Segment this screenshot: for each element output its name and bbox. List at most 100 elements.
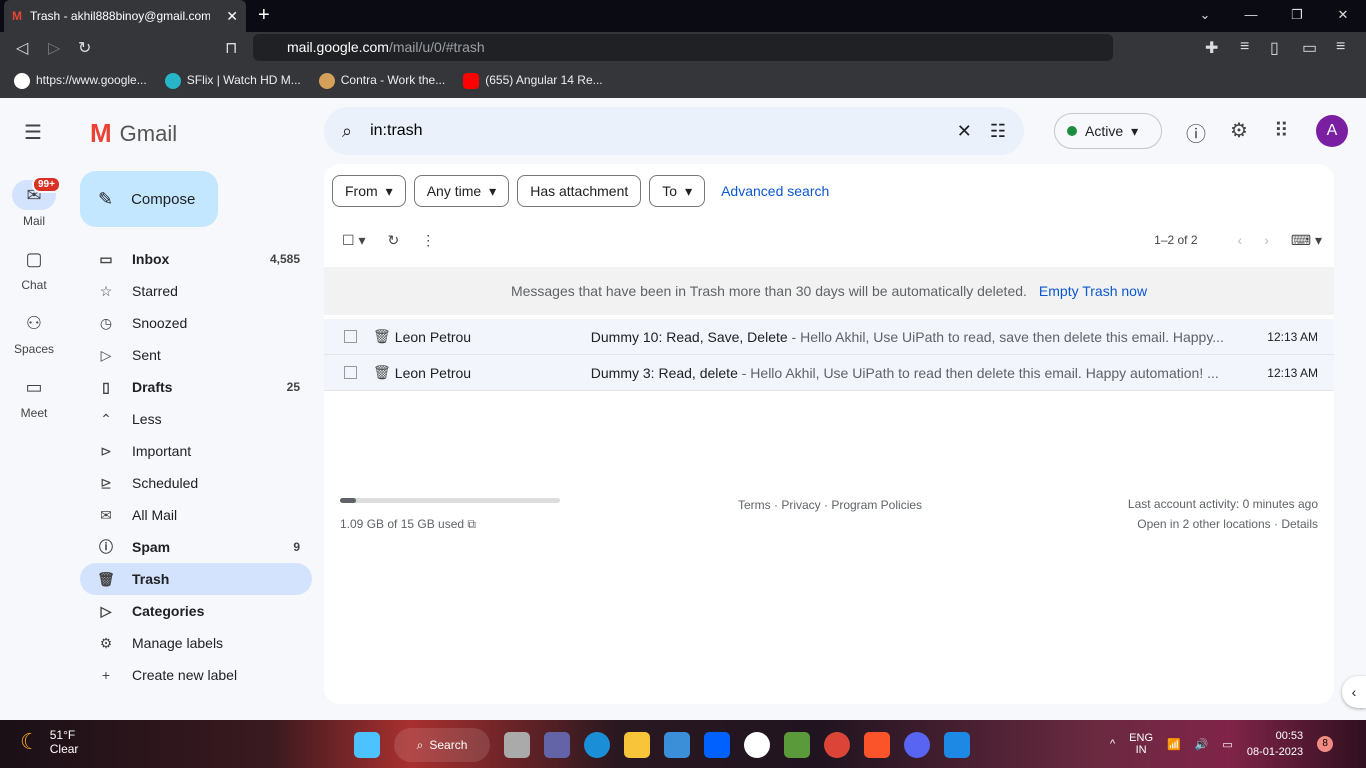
sidebar-item-categories[interactable]: ▷ Categories [80,595,312,627]
prev-page-icon[interactable]: ‹ [1238,232,1243,248]
gmail-m-icon: M [90,118,112,148]
next-page-icon[interactable]: › [1264,232,1269,248]
close-tab-icon[interactable]: ✕ [226,8,238,25]
sketchup-icon[interactable] [944,732,970,758]
rail-chat[interactable]: ▢ Chat [0,244,68,292]
time-filter[interactable]: Any time ▾ [413,175,510,207]
compose-button[interactable]: ✎ Compose [80,171,218,227]
apps-grid-icon[interactable]: ⠿ [1274,118,1289,143]
wallet-icon[interactable]: ▭ [1302,38,1317,58]
more-options-icon[interactable]: ⋮ [421,232,435,249]
attachment-filter[interactable]: Has attachment [517,175,642,207]
start-icon[interactable] [354,732,380,758]
bookmark-youtube[interactable]: (655) Angular 14 Re... [463,73,603,89]
clock[interactable]: 00:53 08-01-2023 [1247,728,1303,760]
playlist-icon[interactable]: ≡ [1240,38,1249,56]
sidebar-item-create-new-label[interactable]: + Create new label [80,659,312,691]
trash-icon: 🗑 [373,328,391,344]
battery-icon[interactable]: ▭ [1222,738,1232,751]
sidebar-item-manage-labels[interactable]: ⚙ Manage labels [80,627,312,659]
sidebar-item-all-mail[interactable]: ✉ All Mail [80,499,312,531]
browser-tab[interactable]: M Trash - akhil888binoy@gmail.com ✕ [4,0,246,32]
tab-bar: M Trash - akhil888binoy@gmail.com ✕ + ⌄ —… [0,0,1366,32]
sidebar-item-inbox[interactable]: ▭ Inbox 4,585 [80,243,312,275]
forward-icon[interactable]: ▷ [48,38,60,58]
discord-icon[interactable] [904,732,930,758]
url-host: mail.google.com [287,39,389,55]
dropbox-icon[interactable] [704,732,730,758]
account-activity: Last account activity: 0 minutes ago [1127,497,1318,511]
address-bar[interactable]: mail.google.com/mail/u/0/#trash [253,34,1113,61]
restore-button[interactable]: ❐ [1274,0,1320,30]
rail-mail[interactable]: ✉ 99+ Mail [0,176,68,228]
task-view-icon[interactable] [504,732,530,758]
back-icon[interactable]: ◁ [16,38,28,58]
file-explorer-icon[interactable] [624,732,650,758]
row-checkbox[interactable] [344,330,357,343]
search-input[interactable] [370,122,939,140]
search-options-icon[interactable]: ☷ [990,121,1006,142]
gmail-logo[interactable]: M Gmail [90,118,177,149]
status-dropdown[interactable]: Active ▾ [1054,113,1162,149]
avatar[interactable]: A [1316,115,1348,147]
empty-trash-link[interactable]: Empty Trash now [1039,283,1147,299]
chrome-icon[interactable] [824,732,850,758]
mail-app-icon[interactable] [664,732,690,758]
bookmark-contra[interactable]: Contra - Work the... [318,73,445,89]
notepad-icon[interactable] [784,732,810,758]
edge-icon[interactable] [584,732,610,758]
rail-spaces[interactable]: ⚇ Spaces [0,308,68,356]
help-icon[interactable]: ⓘ [1186,118,1206,147]
brave-icon[interactable] [864,732,890,758]
tab-search-icon[interactable]: ⌄ [1182,0,1228,30]
send-icon: ▷ [100,346,112,363]
close-window-button[interactable]: ✕ [1320,0,1366,30]
sidebar-icon[interactable]: ▯ [1270,38,1279,58]
row-checkbox[interactable] [344,366,357,379]
bookmark-google[interactable]: https://www.google... [14,73,147,89]
email-row[interactable]: 🗑 Leon Petrou Dummy 10: Read, Save, Delete… [324,319,1334,355]
sidebar-item-snoozed[interactable]: ◷ Snoozed [80,307,312,339]
refresh-icon[interactable]: ↻ [387,232,399,249]
from-filter[interactable]: From ▾ [332,175,406,207]
select-all-checkbox[interactable]: ☐ ▾ [342,232,365,249]
sidebar-item-scheduled[interactable]: ⊵ Scheduled [80,467,312,499]
sidebar-item-count: 9 [293,540,300,554]
sidebar-item-starred[interactable]: ☆ Starred [80,275,312,307]
sidebar-item-important[interactable]: ⊳ Important [80,435,312,467]
new-tab-button[interactable]: + [258,4,270,27]
sidebar-item-trash[interactable]: 🗑 Trash [80,563,312,595]
other-locations-link[interactable]: Open in 2 other locations · Details [1128,514,1318,534]
language-indicator[interactable]: ENG IN [1129,732,1153,756]
minimize-button[interactable]: — [1228,0,1274,30]
app-icon[interactable] [744,732,770,758]
reload-icon[interactable]: ↻ [78,38,91,58]
rail-meet[interactable]: ▭ Meet [0,372,68,420]
bookmark-sflix[interactable]: SFlix | Watch HD M... [164,73,301,89]
weather-widget[interactable]: ☾ 51°F Clear [20,728,78,756]
to-filter[interactable]: To ▾ [649,175,706,207]
sidebar-item-sent[interactable]: ▷ Sent [80,339,312,371]
footer-links[interactable]: Terms · Privacy · Program Policies [738,498,922,512]
bookmark-icon[interactable]: ⊓ [225,38,237,58]
clear-search-icon[interactable]: ✕ [957,121,972,142]
volume-icon[interactable]: 🔊 [1195,738,1209,751]
tray-overflow-icon[interactable]: ^ [1110,738,1115,750]
wifi-icon[interactable]: 📶 [1167,738,1181,751]
sidebar-item-less[interactable]: ⌃ Less [80,403,312,435]
search-icon[interactable]: ⌕ [342,121,352,142]
input-tools-icon[interactable]: ⌨ ▾ [1291,232,1322,249]
taskbar-search[interactable]: ⌕ Search [394,728,490,762]
sidebar-item-drafts[interactable]: ▯ Drafts 25 [80,371,312,403]
email-row[interactable]: 🗑 Leon Petrou Dummy 3: Read, delete - Hell… [324,355,1334,391]
teams-icon[interactable] [544,732,570,758]
show-side-panel-button[interactable]: ‹ [1342,676,1366,708]
open-storage-icon[interactable]: ⧉ [467,517,476,531]
menu-icon[interactable]: ≡ [1336,38,1345,56]
extensions-icon[interactable]: ✚ [1205,38,1218,58]
trash-icon: 🗑 [97,570,115,587]
settings-gear-icon[interactable]: ⚙ [1230,118,1248,143]
notification-badge[interactable]: 8 [1317,736,1334,752]
sidebar-item-spam[interactable]: ⓘ Spam 9 [80,531,312,563]
advanced-search-link[interactable]: Advanced search [721,183,829,199]
